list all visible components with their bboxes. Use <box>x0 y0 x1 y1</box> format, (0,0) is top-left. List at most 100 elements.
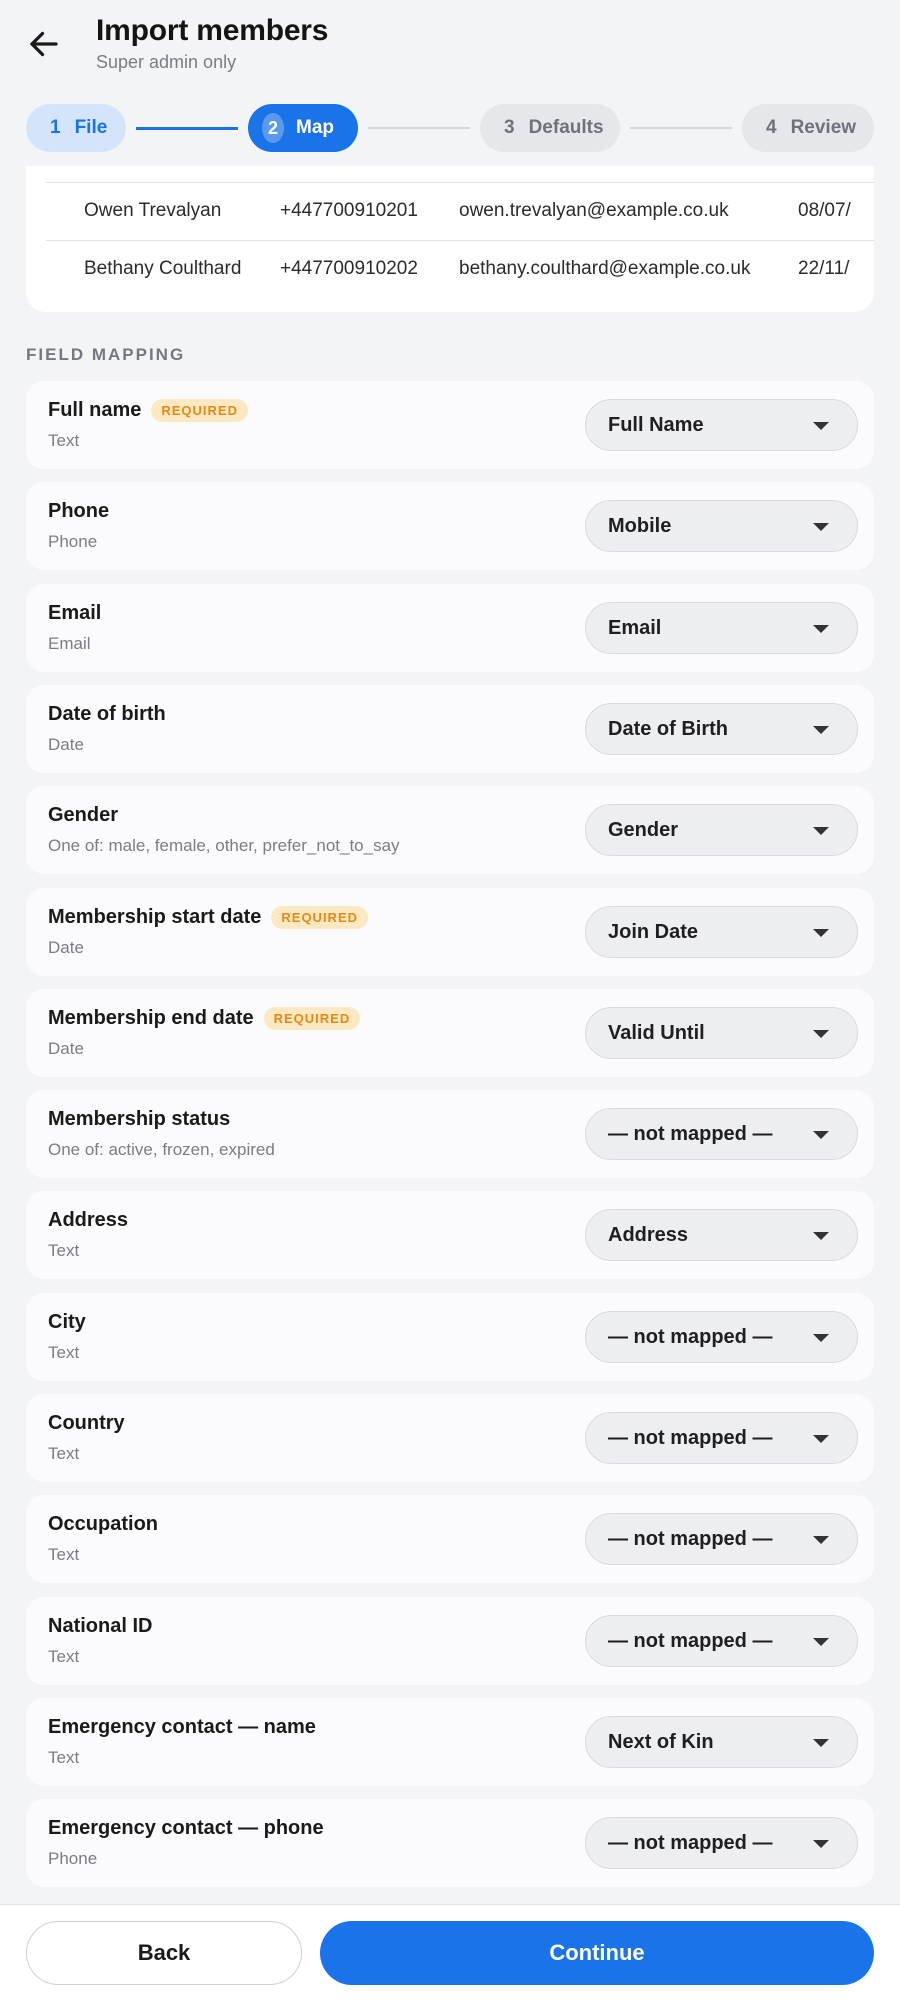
field-name: Membership end date <box>48 1007 254 1029</box>
column-select[interactable]: Date of Birth <box>585 703 858 755</box>
caret-down-icon <box>813 1435 829 1443</box>
field-type: Phone <box>48 1849 98 1868</box>
field-row: Emergency contact — name Text Next of Kin <box>26 1698 874 1786</box>
step-label: Map <box>296 117 334 138</box>
column-select[interactable]: Address <box>585 1209 858 1261</box>
field-type: Text <box>48 1748 80 1767</box>
cell-email: bethany.coulthard@example.co.uk <box>459 258 751 279</box>
field-type: Text <box>48 431 80 450</box>
step-defaults[interactable]: 3 Defaults <box>480 104 620 152</box>
select-value: Valid Until <box>608 1022 705 1044</box>
cell-name: Bethany Coulthard <box>84 258 242 279</box>
step-number: 3 <box>504 117 515 138</box>
table-row: Bethany Coulthard +447700910202 bethany.… <box>46 240 874 298</box>
field-row: Address Text Address <box>26 1191 874 1279</box>
column-select[interactable]: Valid Until <box>585 1007 858 1059</box>
column-select[interactable]: — not mapped — <box>585 1412 858 1464</box>
caret-down-icon <box>813 1638 829 1646</box>
field-row: Date of birth Date Date of Birth <box>26 685 874 773</box>
cell-phone: +447700910202 <box>280 258 418 279</box>
step-map[interactable]: 2 Map <box>248 104 358 152</box>
select-value: Join Date <box>608 921 699 943</box>
field-name: Full name <box>48 399 142 421</box>
step-connector <box>368 127 470 129</box>
select-value: Date of Birth <box>608 718 728 740</box>
field-type: Text <box>48 1343 80 1362</box>
step-number: 1 <box>50 117 61 138</box>
select-value: — not mapped — <box>608 1832 773 1854</box>
field-type: Text <box>48 1444 80 1463</box>
field-type: Phone <box>48 532 98 551</box>
field-row: Membership end date REQUIRED Date Valid Unt… <box>26 989 874 1077</box>
column-select[interactable]: Full Name <box>585 399 858 451</box>
field-name-wrap: Address <box>48 1209 128 1232</box>
caret-down-icon <box>813 1030 829 1038</box>
caret-down-icon <box>813 1536 829 1544</box>
column-select[interactable]: — not mapped — <box>585 1615 858 1667</box>
continue-button[interactable]: Continue <box>320 1921 874 1985</box>
field-name: City <box>48 1311 86 1333</box>
column-select[interactable]: — not mapped — <box>585 1311 858 1363</box>
step-file[interactable]: 1 File <box>26 104 126 152</box>
column-select[interactable]: — not mapped — <box>585 1817 858 1869</box>
field-row: Full name REQUIRED Text Full Name <box>26 381 874 469</box>
required-badge: REQUIRED <box>151 399 248 422</box>
field-row: Gender One of: male, female, other, prefe… <box>26 786 874 874</box>
column-select[interactable]: Gender <box>585 804 858 856</box>
field-type: Date <box>48 1039 84 1058</box>
select-value: — not mapped — <box>608 1123 773 1145</box>
table-row: Owen Trevalyan +447700910201 owen.treval… <box>46 182 874 240</box>
select-value: — not mapped — <box>608 1630 773 1652</box>
cell-name: Owen Trevalyan <box>84 200 222 221</box>
arrow-left-icon[interactable] <box>26 26 62 62</box>
field-name-wrap: Email <box>48 602 101 625</box>
page-header: Import members Super admin only <box>0 0 900 80</box>
step-review[interactable]: 4 Review <box>742 104 874 152</box>
cell-date: 22/11/ <box>798 258 850 279</box>
caret-down-icon <box>813 929 829 937</box>
field-type: Date <box>48 938 84 957</box>
page-subtitle: Super admin only <box>96 52 237 72</box>
caret-down-icon <box>813 625 829 633</box>
required-badge: REQUIRED <box>263 1007 361 1030</box>
field-name-wrap: Membership status <box>48 1108 230 1131</box>
select-value: Gender <box>608 819 679 841</box>
field-name-wrap: Emergency contact — phone <box>48 1817 324 1840</box>
column-select[interactable]: — not mapped — <box>585 1513 858 1565</box>
field-type: Date <box>48 735 84 754</box>
column-select[interactable]: — not mapped — <box>585 1108 858 1160</box>
select-value: Email <box>608 617 662 639</box>
field-name-wrap: Membership start date REQUIRED <box>48 906 369 929</box>
field-name-wrap: City <box>48 1311 86 1334</box>
column-select[interactable]: Email <box>585 602 858 654</box>
field-row: Membership start date REQUIRED Date Join Da… <box>26 888 874 976</box>
step-number: 4 <box>766 117 777 138</box>
caret-down-icon <box>813 422 829 430</box>
page-title: Import members <box>96 14 329 47</box>
field-name: Gender <box>48 804 119 826</box>
column-select[interactable]: Mobile <box>585 500 858 552</box>
footer-actions: Back Continue <box>0 1904 900 2001</box>
field-type: Text <box>48 1241 80 1260</box>
cell-date: 08/07/ <box>798 200 851 221</box>
field-type: One of: male, female, other, prefer_not_… <box>48 836 400 855</box>
caret-down-icon <box>813 1840 829 1848</box>
import-stepper: 1 File 2 Map 3 Defaults 4 Review <box>0 100 900 156</box>
field-name: Emergency contact — phone <box>48 1817 324 1839</box>
section-label: FIELD MAPPING <box>26 345 186 364</box>
column-select[interactable]: Join Date <box>585 906 858 958</box>
select-value: Full Name <box>608 414 704 436</box>
field-name: Membership start date <box>48 906 262 928</box>
required-badge: REQUIRED <box>271 906 369 929</box>
field-name: Country <box>48 1412 125 1434</box>
select-value: Next of Kin <box>608 1731 714 1753</box>
field-name-wrap: Date of birth <box>48 703 166 726</box>
field-name: Occupation <box>48 1513 159 1535</box>
field-type: One of: active, frozen, expired <box>48 1140 275 1159</box>
field-name-wrap: National ID <box>48 1615 152 1638</box>
column-select[interactable]: Next of Kin <box>585 1716 858 1768</box>
back-button[interactable]: Back <box>26 1921 302 1985</box>
step-connector <box>136 127 238 130</box>
select-value: — not mapped — <box>608 1326 773 1348</box>
caret-down-icon <box>813 827 829 835</box>
